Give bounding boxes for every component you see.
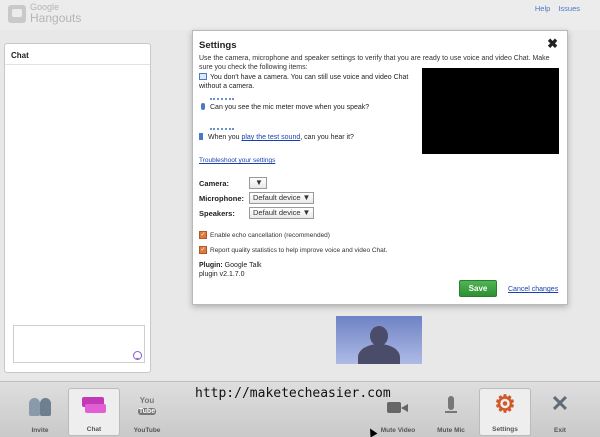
speaker-note-after: , can you hear it? [300,134,354,141]
plugin-info: Plugin: Google Talk plugin v2.1.7.0 [199,262,262,279]
microphone-icon [442,396,460,418]
camera-note: You don't have a camera. You can still u… [199,74,409,90]
speakers-field: Speakers: Default device ▼ [199,207,315,219]
invite-button[interactable]: Invite [14,388,66,436]
issues-link[interactable]: Issues [558,4,580,13]
chat-bubbles-icon [82,397,106,415]
invite-label: Invite [31,427,49,434]
exit-button[interactable]: ✕ Exit [534,388,586,436]
save-button[interactable]: Save [459,280,497,297]
settings-button[interactable]: ⚙ Settings [479,388,531,436]
close-icon[interactable]: ✖ [547,36,558,52]
video-preview [422,68,559,154]
speaker-note-before: When you [208,134,242,141]
youtube-label: YouTube [133,427,161,434]
speakers-select[interactable]: Default device ▼ [249,207,315,219]
top-links: Help Issues [535,4,580,13]
settings-dialog: Settings ✖ Use the camera, microphone an… [192,30,568,305]
speakers-select-value: Default device [253,208,301,217]
chevron-down-icon: ▼ [255,178,263,187]
microphone-select-value: Default device [253,193,301,202]
mic-meter [210,98,234,101]
mic-note: Can you see the mic meter move when you … [210,104,370,111]
camera-icon [199,73,207,80]
hangouts-logo: Google Hangouts [8,3,81,24]
microphone-icon [201,103,205,110]
cancel-changes-link[interactable]: Cancel changes [508,286,558,293]
plugin-name: Google Talk [224,262,262,269]
speaker-icon [199,133,205,140]
logo-line-hangouts: Hangouts [30,11,82,25]
speaker-meter [210,128,234,131]
hangouts-logo-icon [8,4,26,23]
echo-cancellation-label: Enable echo cancellation (recommended) [210,231,330,239]
settings-dialog-title: Settings [199,40,237,51]
exit-label: Exit [554,427,566,434]
smiley-icon[interactable] [133,351,142,360]
quality-stats-checkbox[interactable]: ✓ [199,246,207,254]
youtube-icon-you: You [139,396,155,405]
chat-button[interactable]: Chat [68,388,120,436]
youtube-icon: You Tube [134,396,160,418]
echo-cancellation-checkbox[interactable]: ✓ [199,231,207,239]
quality-stats-row: ✓ Report quality statistics to help impr… [199,246,387,254]
youtube-button[interactable]: You Tube YouTube [121,388,173,436]
chevron-down-icon: ▼ [302,193,311,202]
help-link[interactable]: Help [535,4,550,13]
camera-check-item: You don't have a camera. You can still u… [199,73,414,91]
mute-video-label: Mute Video [380,427,416,434]
mute-mic-button[interactable]: Mute Mic [425,388,477,436]
microphone-field: Microphone: Default device ▼ [199,192,315,204]
plugin-label: Plugin: [199,262,223,269]
video-camera-icon [387,400,409,416]
close-icon: ✕ [550,391,570,416]
self-video-thumbnail [336,316,422,364]
camera-select[interactable]: ▼ [249,177,267,189]
chat-input[interactable] [13,325,145,363]
speaker-check-item: When you play the test sound, can you he… [199,128,414,142]
microphone-label: Microphone: [199,193,244,203]
microphone-select[interactable]: Default device ▼ [249,192,315,204]
chat-panel-title: Chat [5,44,150,65]
camera-label: Camera: [199,178,230,188]
chat-label: Chat [86,426,102,433]
gear-icon: ⚙ [494,391,516,418]
troubleshoot-link[interactable]: Troubleshoot your settings [199,157,275,164]
mic-check-item: Can you see the mic meter move when you … [199,98,414,112]
camera-field: Camera: ▼ [199,177,267,189]
invite-people-icon [27,396,53,416]
chevron-down-icon: ▼ [302,208,311,217]
echo-cancellation-row: ✓ Enable echo cancellation (recommended) [199,231,330,239]
watermark-url: http://maketecheasier.com [195,386,391,401]
avatar-silhouette-head [370,326,388,346]
top-bar: Google Hangouts Help Issues [0,0,600,30]
youtube-icon-tube: Tube [137,408,157,415]
speakers-label: Speakers: [199,208,235,218]
play-test-sound-link[interactable]: play the test sound [241,134,300,141]
plugin-version: plugin v2.1.7.0 [199,270,245,278]
mute-mic-label: Mute Mic [437,427,465,434]
quality-stats-label: Report quality statistics to help improv… [210,246,388,254]
settings-label: Settings [492,426,518,433]
chat-panel: Chat [4,43,151,373]
avatar-silhouette-body [358,344,400,364]
